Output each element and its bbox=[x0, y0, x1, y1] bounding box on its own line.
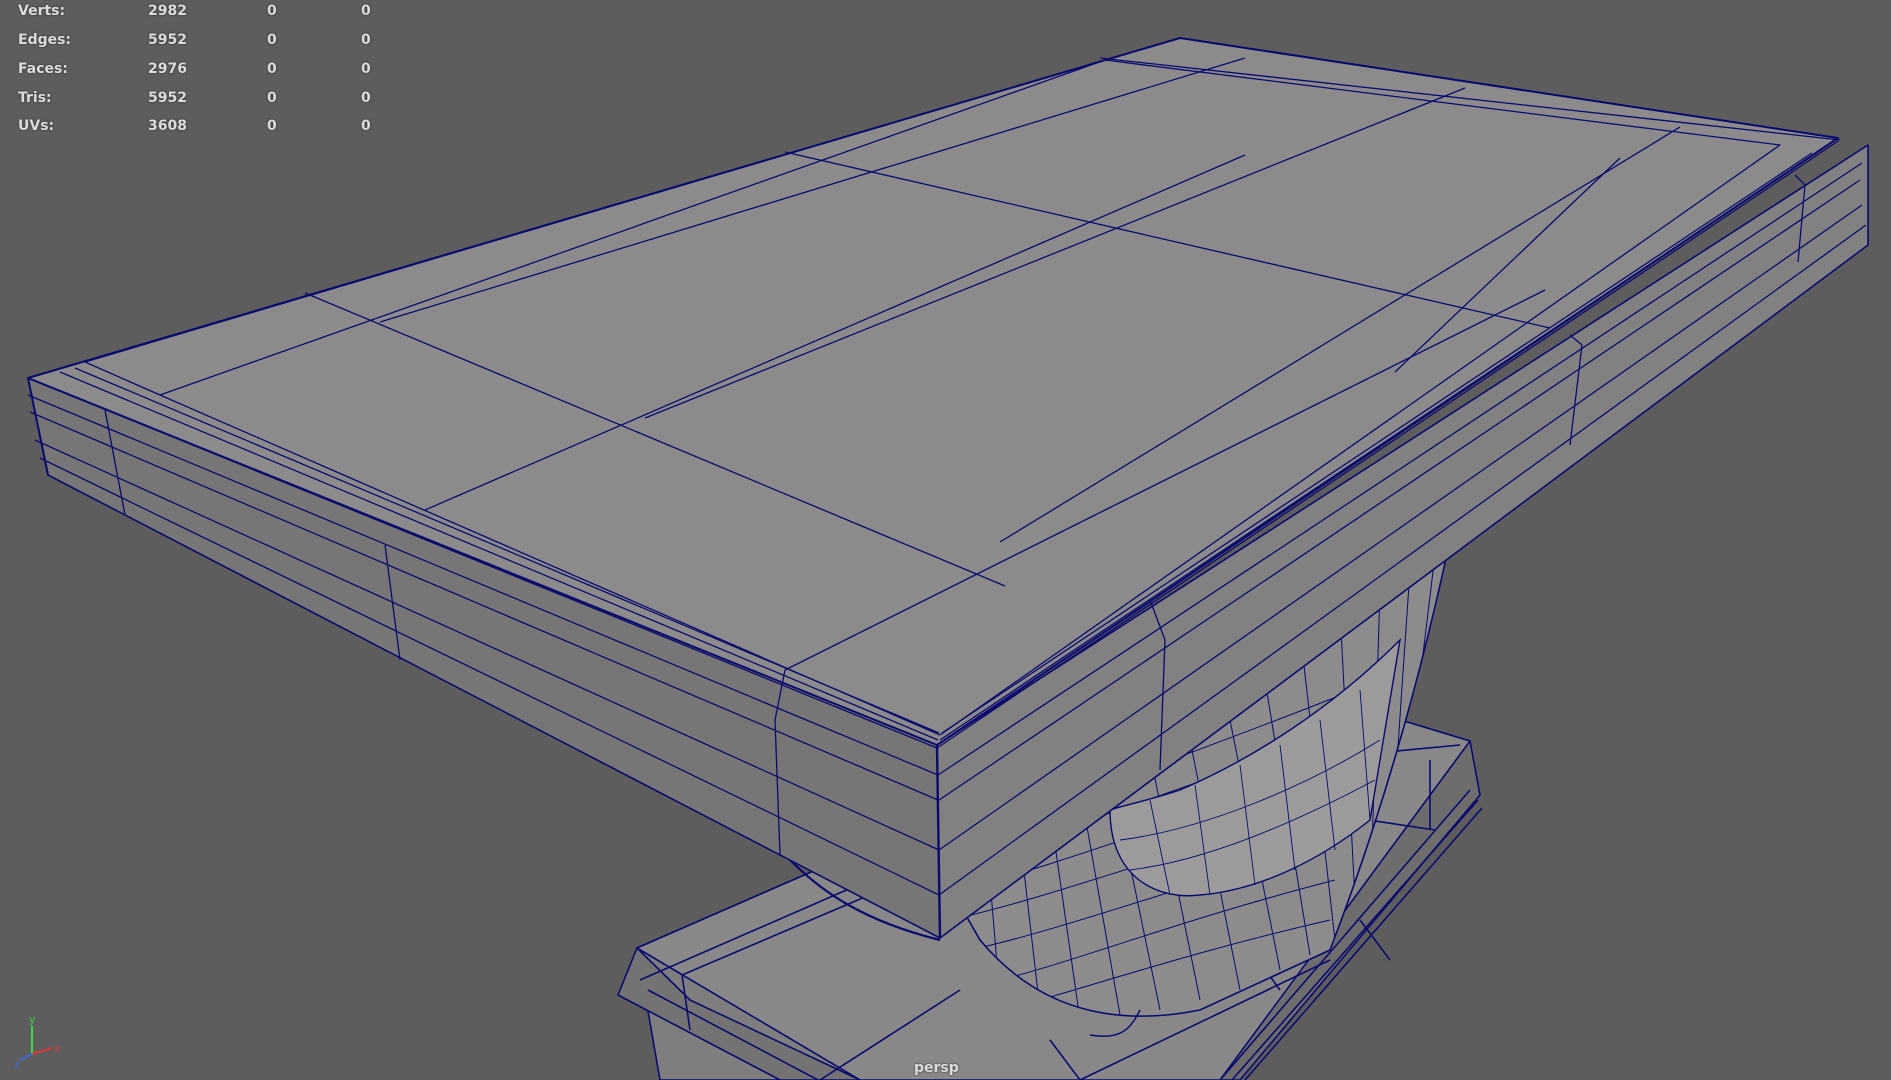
stat-value: 5952 bbox=[148, 90, 187, 106]
stat-value: 0 bbox=[361, 90, 371, 106]
axis-label-z: z bbox=[14, 1058, 20, 1071]
stat-value: 0 bbox=[267, 32, 277, 48]
stat-label: Verts: bbox=[18, 3, 66, 19]
stat-value: 0 bbox=[267, 118, 277, 134]
stat-label: Edges: bbox=[18, 32, 72, 48]
stat-value: 0 bbox=[361, 3, 371, 19]
axis-label-x: x bbox=[54, 1042, 61, 1055]
stat-label: UVs: bbox=[18, 118, 55, 134]
axis-label-y: y bbox=[29, 1013, 36, 1026]
stat-value: 3608 bbox=[148, 118, 187, 134]
stat-value: 0 bbox=[267, 3, 277, 19]
stat-value: 0 bbox=[361, 61, 371, 77]
stat-value: 0 bbox=[267, 61, 277, 77]
xyz-axis-icon: y x z bbox=[14, 1013, 61, 1071]
camera-name-label: persp bbox=[914, 1060, 959, 1076]
stat-value: 2982 bbox=[148, 3, 187, 19]
perspective-viewport[interactable] bbox=[0, 0, 1891, 1080]
stat-value: 0 bbox=[267, 90, 277, 106]
table-top bbox=[27, 37, 1869, 939]
stat-value: 2976 bbox=[148, 61, 187, 77]
stat-value: 5952 bbox=[148, 32, 187, 48]
stat-value: 0 bbox=[361, 32, 371, 48]
stat-label: Tris: bbox=[18, 90, 52, 106]
stat-value: 0 bbox=[361, 118, 371, 134]
stat-label: Faces: bbox=[18, 61, 68, 77]
